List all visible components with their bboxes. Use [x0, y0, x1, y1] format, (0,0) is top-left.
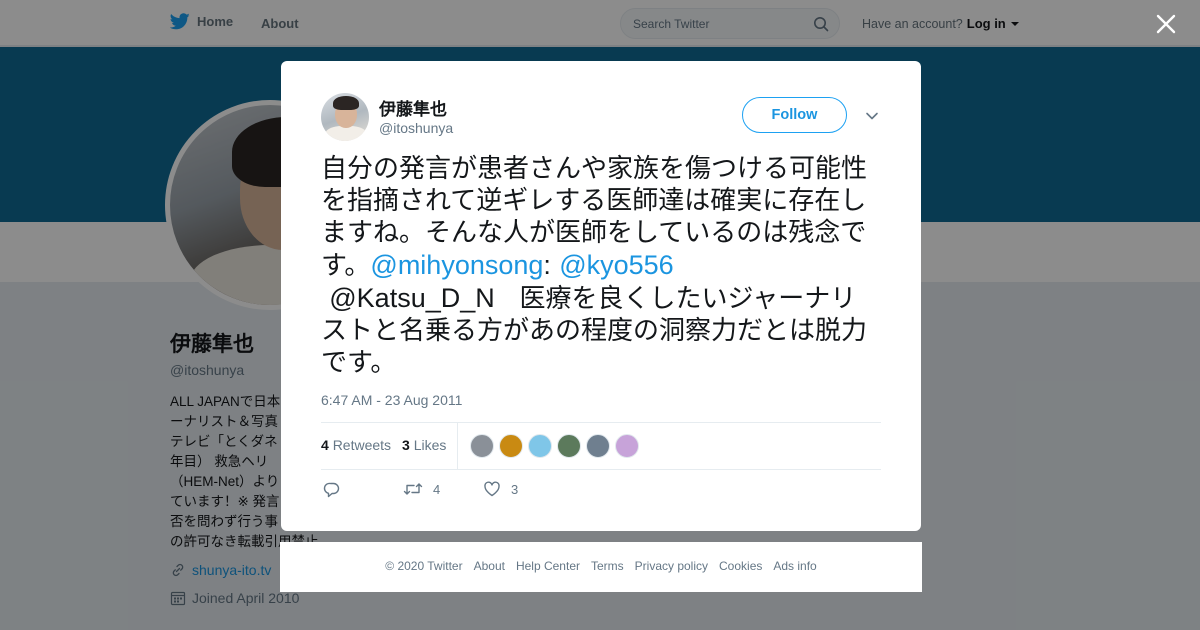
author-avatar[interactable]: [321, 93, 369, 141]
tweet-timestamp[interactable]: 6:47 AM - 23 Aug 2011: [321, 392, 462, 408]
reply-icon: [323, 482, 340, 498]
tweet-stats: 4 Retweets 3 Likes: [321, 422, 881, 470]
liker-avatars: [470, 434, 639, 458]
retweet-icon: [403, 483, 423, 495]
reply-button[interactable]: [323, 481, 341, 499]
mention-link[interactable]: @kyo556: [559, 250, 673, 280]
footer-cookies-link[interactable]: Cookies: [719, 559, 762, 573]
footer-ads-link[interactable]: Ads info: [773, 559, 816, 573]
retweets-label: Retweets: [332, 437, 392, 453]
liker-avatar[interactable]: [528, 434, 552, 458]
liker-avatar[interactable]: [586, 434, 610, 458]
mention-link[interactable]: @mihyonsong: [370, 250, 543, 280]
footer-privacy-link[interactable]: Privacy policy: [635, 559, 708, 573]
footer-help-link[interactable]: Help Center: [516, 559, 580, 573]
author-handle[interactable]: @itoshunya: [379, 120, 453, 136]
footer-terms-link[interactable]: Terms: [591, 559, 624, 573]
modal-footer: © 2020 Twitter About Help Center Terms P…: [280, 542, 922, 592]
heart-icon: [484, 481, 500, 497]
tweet-modal: 伊藤隼也 @itoshunya Follow 自分の発言が患者さんや家族を傷つけ…: [281, 61, 921, 531]
retweet-stat[interactable]: 4 Retweets: [321, 437, 391, 453]
likes-count: 3: [402, 437, 410, 453]
liker-avatar[interactable]: [557, 434, 581, 458]
chevron-down-icon[interactable]: [865, 110, 879, 122]
like-count: 3: [511, 481, 519, 497]
footer-copyright: © 2020 Twitter: [385, 559, 463, 573]
footer-about-link[interactable]: About: [474, 559, 505, 573]
mention-text: @Katsu_D_N: [329, 283, 495, 313]
retweet-count: 4: [433, 481, 441, 497]
mention-separator: :: [543, 250, 551, 280]
follow-button[interactable]: Follow: [742, 97, 847, 133]
liker-avatar[interactable]: [615, 434, 639, 458]
retweet-button[interactable]: 4: [403, 481, 440, 497]
retweets-count: 4: [321, 437, 329, 453]
likes-stat[interactable]: 3 Likes: [402, 437, 446, 453]
liker-avatar[interactable]: [499, 434, 523, 458]
stats-divider: [457, 423, 458, 469]
close-icon[interactable]: [1154, 12, 1178, 36]
likes-label: Likes: [413, 437, 447, 453]
footer-links: © 2020 Twitter About Help Center Terms P…: [280, 559, 922, 573]
liker-avatar[interactable]: [470, 434, 494, 458]
author-name[interactable]: 伊藤隼也: [379, 95, 447, 120]
like-button[interactable]: 3: [483, 481, 518, 497]
tweet-text: 自分の発言が患者さんや家族を傷つける可能性を指摘されて逆ギレする医師達は確実に存…: [321, 153, 881, 379]
